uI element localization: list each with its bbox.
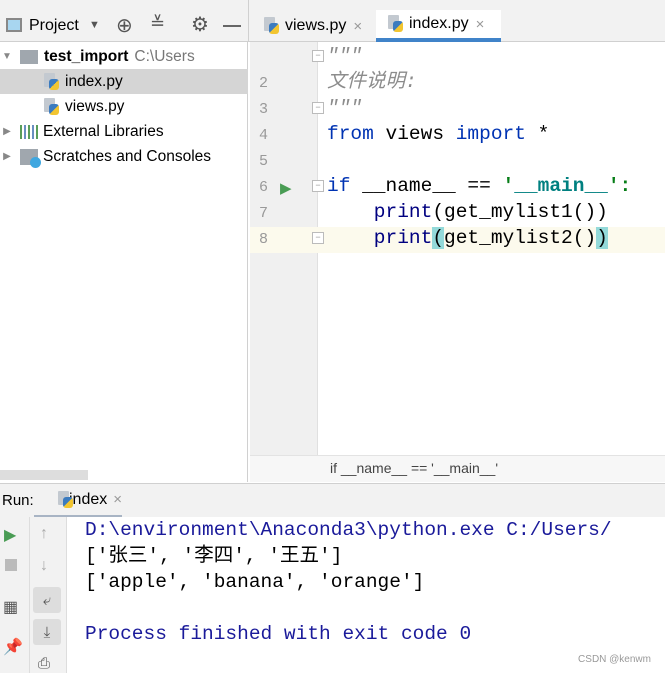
down-arrow-icon[interactable]: ↓ xyxy=(40,557,48,575)
console-output[interactable]: D:\environment\Anaconda3\python.exe C:/U… xyxy=(66,517,665,673)
collapse-all-icon[interactable]: ≚ xyxy=(150,13,165,34)
library-icon xyxy=(20,124,38,139)
console-line: ['张三', '李四', '王五'] xyxy=(85,545,343,567)
tree-file-views[interactable]: views.py xyxy=(0,94,248,119)
code-line: print(get_mylist2()) xyxy=(327,227,608,249)
watermark: CSDN @kenwm xyxy=(578,654,651,665)
line-number: 3 xyxy=(258,101,268,118)
console-line: ['apple', 'banana', 'orange'] xyxy=(85,571,425,593)
horizontal-scrollbar[interactable] xyxy=(0,470,88,480)
collapsed-arrow-icon[interactable]: ▶ xyxy=(0,151,14,162)
line-number: 2 xyxy=(258,75,268,92)
code-editor[interactable]: 2 3 4 5 6 7 8 ▶ − − − − """ 文件说明: """ fr… xyxy=(250,42,665,455)
soft-wrap-icon[interactable]: ⤶ xyxy=(33,587,61,613)
line-number: 5 xyxy=(258,153,268,170)
minimize-icon[interactable] xyxy=(223,25,241,27)
project-tree: ▼ test_import C:\Users index.py views.py… xyxy=(0,42,248,482)
close-icon[interactable]: × xyxy=(353,18,362,35)
breadcrumb[interactable]: if __name__ == '__main__' xyxy=(250,455,665,482)
code-line: print(get_mylist1()) xyxy=(327,201,608,223)
code-line: """ xyxy=(327,97,363,119)
close-icon[interactable]: × xyxy=(113,491,122,508)
top-toolbar: Project ▼ ⊕ ≚ ⚙ views.py × index.py × xyxy=(0,0,665,42)
fold-icon[interactable]: − xyxy=(312,232,324,244)
tree-root[interactable]: ▼ test_import C:\Users xyxy=(0,44,248,69)
python-file-icon xyxy=(44,97,60,116)
line-number: 8 xyxy=(258,231,268,248)
fold-icon[interactable]: − xyxy=(312,50,324,62)
python-file-icon xyxy=(44,72,60,91)
code-line: from views import * xyxy=(327,123,550,145)
expanded-arrow-icon[interactable]: ▼ xyxy=(0,51,14,62)
fold-icon[interactable]: − xyxy=(312,180,324,192)
gear-icon[interactable]: ⚙ xyxy=(191,12,209,37)
project-dropdown[interactable]: Project xyxy=(29,17,79,35)
console-line: Process finished with exit code 0 xyxy=(85,623,472,645)
print-icon[interactable]: ⎙ xyxy=(38,655,50,672)
tree-scratches[interactable]: ▶ Scratches and Consoles xyxy=(0,144,248,169)
stop-icon[interactable] xyxy=(5,559,17,571)
code-line: """ xyxy=(327,45,363,67)
layout-icon[interactable]: ▦ xyxy=(3,597,18,617)
scroll-to-end-icon[interactable]: ⤓ xyxy=(33,619,61,645)
tab-views[interactable]: views.py × xyxy=(250,10,375,42)
line-number: 7 xyxy=(258,205,268,222)
locate-icon[interactable]: ⊕ xyxy=(116,13,133,38)
collapsed-arrow-icon[interactable]: ▶ xyxy=(0,126,14,137)
run-label: Run: xyxy=(2,492,34,509)
code-line: 文件说明: xyxy=(327,71,417,93)
fold-icon[interactable]: − xyxy=(312,102,324,114)
python-file-icon xyxy=(264,17,280,35)
rerun-icon[interactable]: ▶ xyxy=(4,525,16,545)
scratches-icon xyxy=(20,148,41,168)
tab-index[interactable]: index.py × xyxy=(376,10,501,42)
console-sidebar: ▶ ▦ 📌 ↑ ↓ ⤶ ⤓ ⎙ xyxy=(0,517,66,673)
tree-external-libraries[interactable]: ▶ External Libraries xyxy=(0,119,248,144)
chevron-down-icon[interactable]: ▼ xyxy=(89,19,100,31)
close-icon[interactable]: × xyxy=(476,16,485,33)
run-icon[interactable]: ▶ xyxy=(280,179,292,197)
pin-icon[interactable]: 📌 xyxy=(3,637,23,657)
up-arrow-icon[interactable]: ↑ xyxy=(40,525,48,543)
line-number: 6 xyxy=(258,179,268,196)
run-tab-index[interactable]: index × xyxy=(34,484,122,518)
folder-icon xyxy=(20,49,38,64)
project-panel-icon xyxy=(6,18,22,32)
tree-file-index[interactable]: index.py xyxy=(0,69,248,94)
python-file-icon xyxy=(388,15,404,33)
python-icon xyxy=(58,490,73,509)
console-line: D:\environment\Anaconda3\python.exe C:/U… xyxy=(85,519,612,541)
code-line: if __name__ == '__main__': xyxy=(327,175,632,197)
line-number: 4 xyxy=(258,127,268,144)
run-toolbar: Run: index × xyxy=(0,483,665,518)
